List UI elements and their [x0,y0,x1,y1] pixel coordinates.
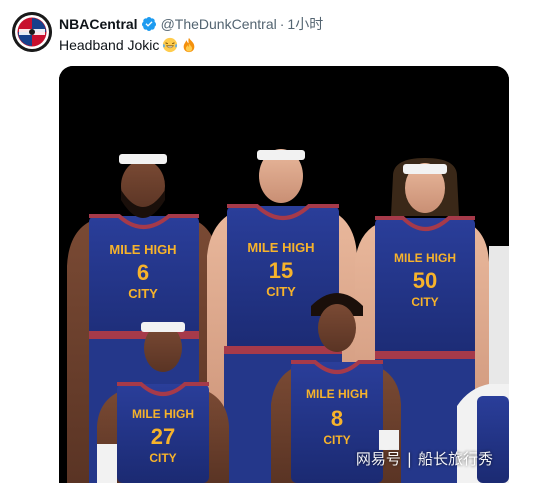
watermark: 网易号 | 船长旅行秀 [356,448,493,469]
separator-dot: · [279,16,285,32]
tweet-header: NBACentral @TheDunkCentral · 1小时 [59,15,323,33]
jersey-city-8: CITY [323,433,350,447]
jersey-number-6: 6 [137,260,149,285]
tweet-photo[interactable]: MILE HIGH 6 CITY MILE HIGH 15 CITY MILE … [59,66,509,483]
jersey-mile-high-15: MILE HIGH [247,240,314,255]
jersey-city-50: CITY [411,295,438,309]
watermark-separator: | [406,449,412,468]
jersey-number-8: 8 [331,406,343,431]
jersey-city-27: CITY [149,451,176,465]
tweet-text: Headband Jokic [59,36,197,54]
watermark-author: 船长旅行秀 [417,450,493,468]
tweet-body: Headband Jokic [59,37,160,53]
jersey-city-15: CITY [266,284,296,299]
jersey-mile-high-27: MILE HIGH [132,407,194,421]
jersey-mile-high-6: MILE HIGH [109,242,176,257]
nba-central-logo-icon [12,12,52,52]
jersey-mile-high-50: MILE HIGH [394,251,456,265]
jersey-mile-high-8: MILE HIGH [306,387,368,401]
display-name[interactable]: NBACentral [59,15,138,33]
jersey-number-27: 27 [151,424,175,449]
watermark-source: 网易号 [355,450,401,468]
laughing-tears-emoji-icon [163,37,178,53]
team-photo: MILE HIGH 6 CITY MILE HIGH 15 CITY MILE … [59,66,509,483]
verified-badge-icon [141,17,156,31]
jersey-city-6: CITY [128,286,158,301]
tweet[interactable]: NBACentral @TheDunkCentral · 1小时 Headban… [0,0,538,483]
avatar[interactable] [12,12,52,52]
jersey-number-50: 50 [413,268,437,293]
fire-emoji-icon [184,37,195,53]
jersey-number-15: 15 [269,258,293,283]
handle[interactable]: @TheDunkCentral [161,15,277,33]
timestamp[interactable]: 1小时 [287,15,323,33]
